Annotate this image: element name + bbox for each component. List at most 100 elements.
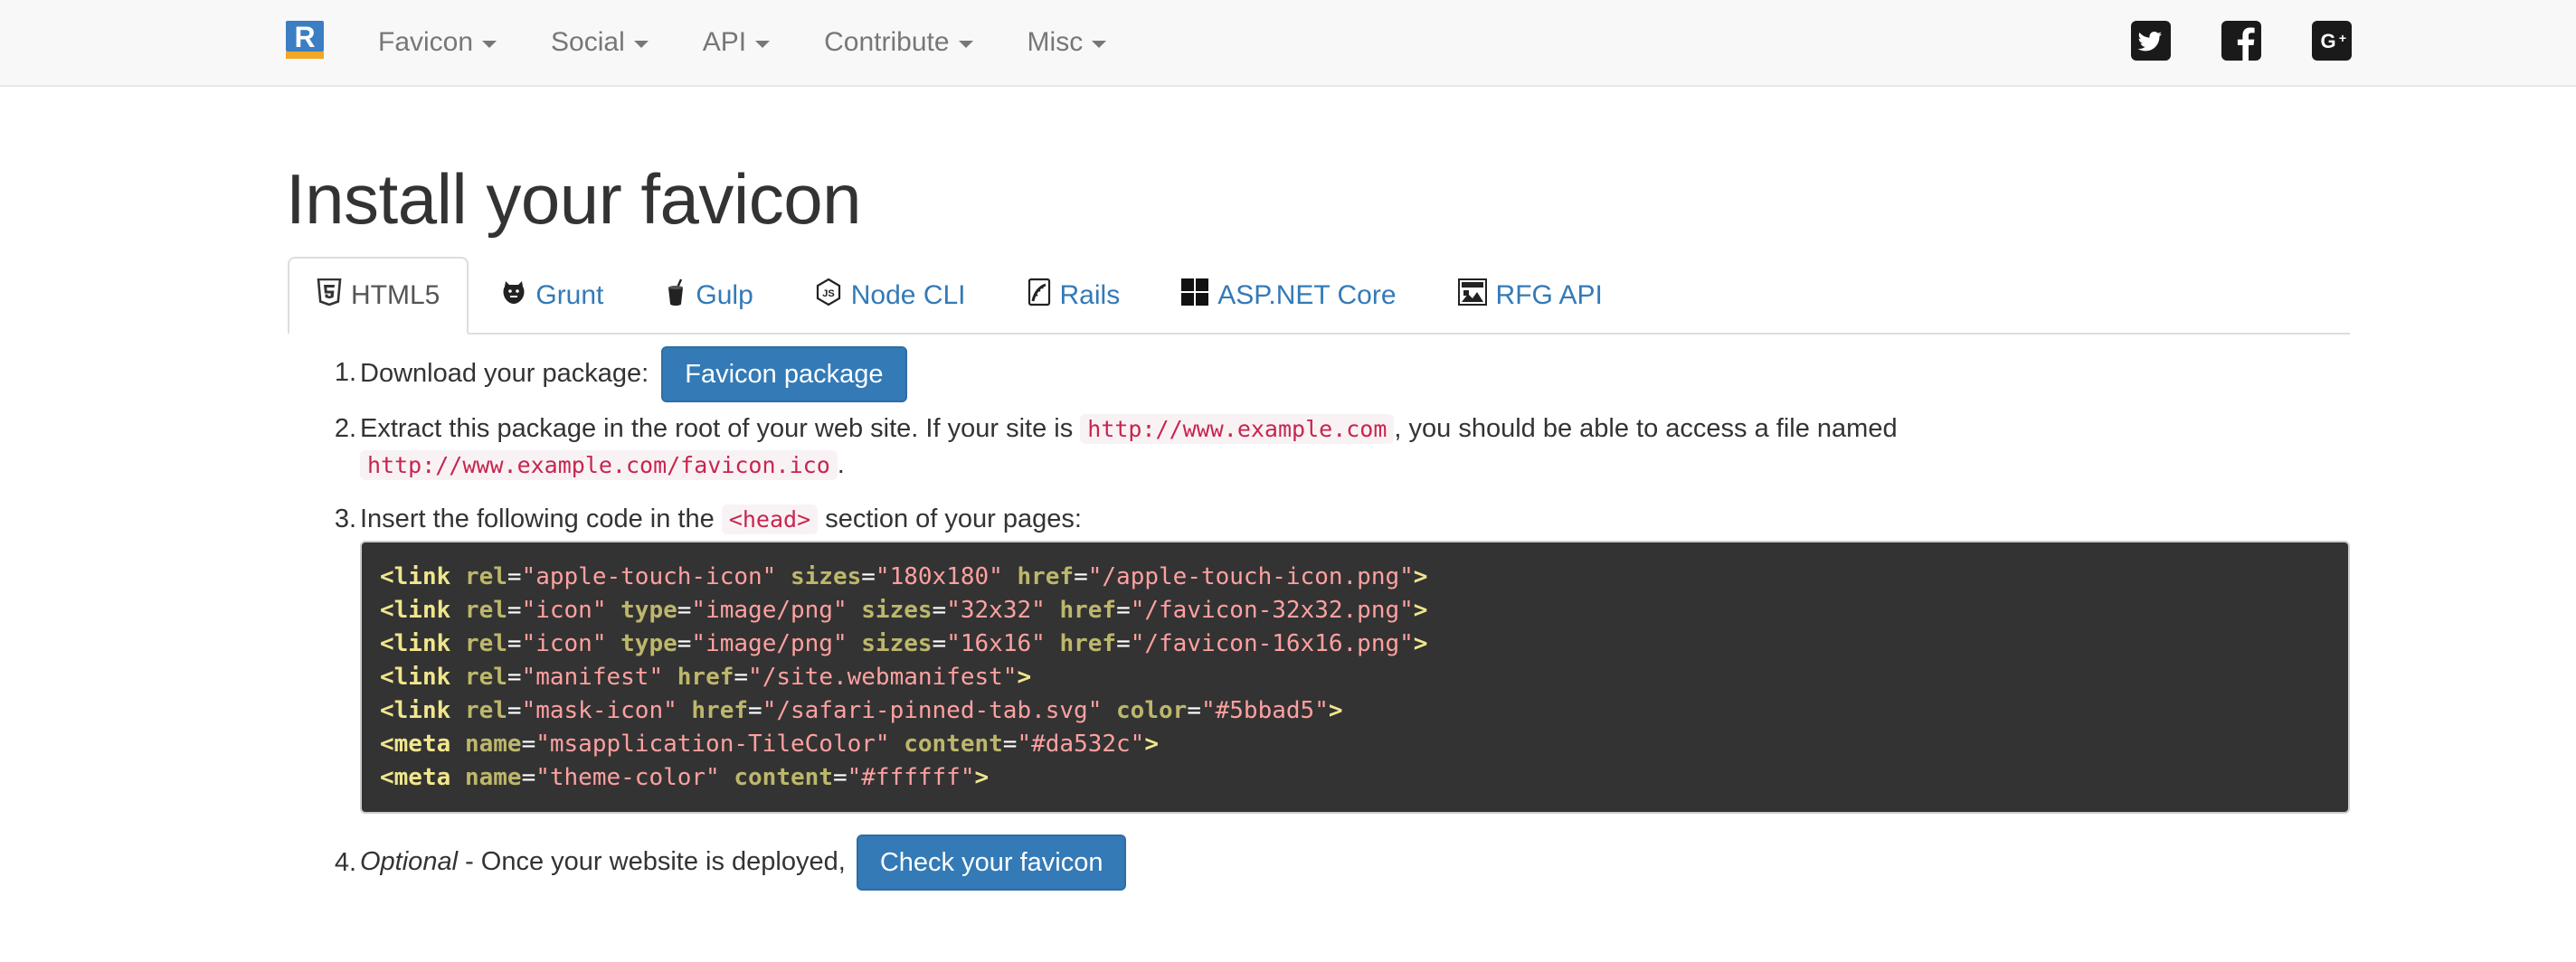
code-token-eq: =: [1074, 563, 1088, 590]
favicon-html-code-block[interactable]: <link rel="apple-touch-icon" sizes="180x…: [360, 541, 2350, 814]
code-token-val: "180x180": [875, 563, 1003, 590]
twitter-icon[interactable]: [2131, 21, 2171, 61]
code-token-val: "#da532c": [1017, 731, 1145, 758]
step-3: Insert the following code in the <head> …: [360, 501, 1082, 538]
tab-grunt-label: Grunt: [535, 280, 604, 310]
code-token-attr: color: [1116, 697, 1188, 724]
nodejs-icon: JS: [815, 278, 851, 314]
step-2-text-a: Extract this package in the root of your…: [360, 414, 1074, 443]
code-token-eq: =: [507, 563, 522, 590]
menu-favicon-label: Favicon: [378, 27, 474, 57]
menu-contribute[interactable]: Contribute: [797, 0, 999, 85]
code-token-val: "16x16": [946, 630, 1046, 657]
top-navbar: R Favicon Social API Contribute Misc G +: [0, 0, 2576, 87]
code-line: <link rel="icon" type="image/png" sizes=…: [380, 594, 2330, 627]
code-token-val: "32x32": [946, 597, 1046, 624]
code-token-tag: >: [1144, 731, 1159, 758]
gulp-icon: [665, 278, 696, 313]
code-token-tag: <link: [380, 630, 451, 657]
code-token-tag: <link: [380, 697, 451, 724]
tab-grunt[interactable]: Grunt: [472, 259, 632, 333]
code-token-attr: type: [620, 630, 677, 657]
menu-favicon[interactable]: Favicon: [351, 0, 524, 85]
code-token-attr: rel: [464, 597, 507, 624]
code-token-sp: [450, 563, 465, 590]
step-1-number: 1.: [334, 358, 356, 387]
code-token-sp: [450, 630, 465, 657]
caret-down-icon: [958, 41, 973, 48]
code-token-attr: sizes: [790, 563, 862, 590]
code-token-eq: =: [1002, 731, 1018, 758]
code-token-eq: =: [734, 664, 749, 691]
code-token-tag: >: [974, 764, 990, 791]
code-token-sp: [663, 664, 677, 691]
menu-social[interactable]: Social: [524, 0, 676, 85]
step-4: Optional - Once your website is deployed…: [360, 834, 1127, 891]
code-token-tag: >: [1017, 664, 1032, 691]
step-2-text-c: .: [837, 450, 845, 479]
tab-aspnet-core[interactable]: ASP.NET Core: [1152, 259, 1425, 333]
code-token-sp: [848, 597, 862, 624]
code-line: <link rel="manifest" href="/site.webmani…: [380, 661, 2330, 694]
code-token-eq: =: [677, 630, 692, 657]
code-token-val: "icon": [521, 630, 607, 657]
code-token-tag: <link: [380, 563, 451, 590]
code-token-eq: =: [507, 664, 522, 691]
brand-logo-icon[interactable]: R: [286, 21, 324, 59]
tab-html5-label: HTML5: [351, 280, 440, 310]
code-token-eq: =: [861, 563, 876, 590]
code-token-tag: <link: [380, 664, 451, 691]
step-2-text-b: , you should be able to access a file na…: [1394, 414, 1898, 443]
step-2-line-2: http://www.example.com/favicon.ico.: [360, 447, 845, 484]
svg-text:R: R: [294, 21, 315, 53]
check-favicon-button[interactable]: Check your favicon: [856, 835, 1127, 891]
page-title: Install your favicon: [286, 159, 861, 239]
code-token-tag: >: [1413, 563, 1428, 590]
google-plus-icon[interactable]: G +: [2312, 21, 2352, 61]
code-token-eq: =: [932, 597, 947, 624]
step-2: Extract this package in the root of your…: [360, 410, 2350, 448]
menu-misc[interactable]: Misc: [1000, 0, 1134, 85]
menu-social-label: Social: [551, 27, 625, 57]
windows-icon: [1181, 278, 1217, 313]
caret-down-icon: [633, 41, 649, 48]
code-token-sp: [776, 563, 791, 590]
main-menu: Favicon Social API Contribute Misc: [351, 0, 1133, 85]
head-tag-code: <head>: [721, 505, 819, 534]
svg-text:+: +: [2339, 31, 2346, 45]
code-token-attr: content: [734, 764, 833, 791]
code-token-val: "msapplication-TileColor": [535, 731, 890, 758]
code-token-tag: <link: [380, 597, 451, 624]
menu-misc-label: Misc: [1027, 27, 1084, 57]
code-token-attr: href: [677, 664, 734, 691]
code-token-val: "manifest": [521, 664, 664, 691]
menu-api[interactable]: API: [676, 0, 797, 85]
code-token-sp: [450, 764, 465, 791]
step-4-text: - Once your website is deployed,: [458, 847, 846, 876]
step-4-optional: Optional: [360, 847, 459, 876]
tab-rails[interactable]: Rails: [999, 259, 1150, 333]
code-token-attr: sizes: [861, 630, 933, 657]
tab-gulp[interactable]: Gulp: [636, 259, 781, 333]
code-token-val: "/favicon-32x32.png": [1130, 597, 1414, 624]
code-token-val: "#5bbad5": [1200, 697, 1329, 724]
code-token-attr: name: [464, 764, 522, 791]
tab-rfg-api[interactable]: RFG API: [1429, 259, 1632, 333]
code-token-eq: =: [1116, 597, 1131, 624]
favicon-package-button[interactable]: Favicon package: [661, 346, 907, 403]
code-token-eq: =: [832, 764, 848, 791]
rfg-api-icon: [1457, 278, 1496, 313]
facebook-icon[interactable]: [2221, 21, 2261, 61]
tab-node-cli[interactable]: JS Node CLI: [786, 259, 995, 333]
step-3-text-b: section of your pages:: [825, 505, 1082, 533]
code-token-val: "theme-color": [535, 764, 720, 791]
code-token-eq: =: [507, 697, 522, 724]
code-token-val: "/apple-touch-icon.png": [1087, 563, 1414, 590]
code-token-val: "/safari-pinned-tab.svg": [762, 697, 1103, 724]
menu-contribute-label: Contribute: [824, 27, 950, 57]
tab-html5[interactable]: HTML5: [288, 257, 469, 335]
tab-rails-label: Rails: [1059, 280, 1121, 310]
code-token-sp: [1046, 630, 1060, 657]
code-token-val: "/site.webmanifest": [748, 664, 1018, 691]
code-token-sp: [450, 664, 465, 691]
